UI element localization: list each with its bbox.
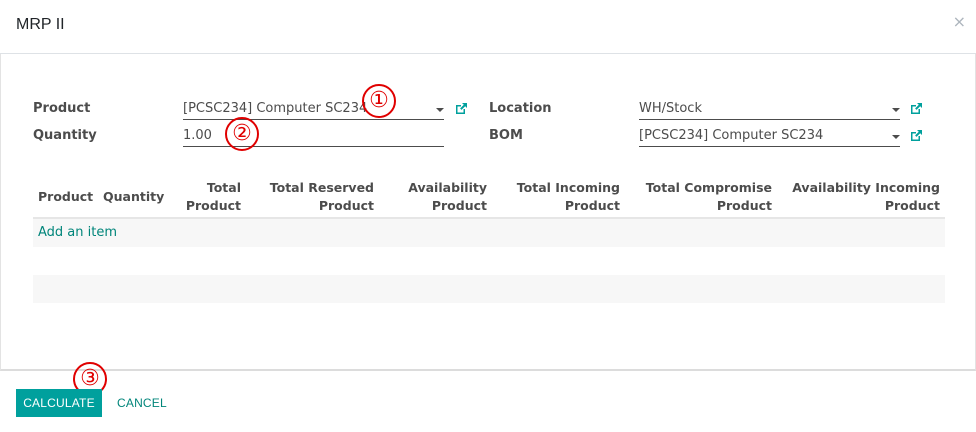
location-label: Location <box>489 101 552 116</box>
column-header-total-compromise-product[interactable]: Total Compromise Product <box>632 179 772 215</box>
caret-down-icon[interactable] <box>436 108 444 112</box>
quantity-label: Quantity <box>33 128 97 143</box>
table-row: Add an item <box>33 219 945 247</box>
caret-down-icon[interactable] <box>892 135 900 139</box>
column-header-total-incoming-product[interactable]: Total Incoming Product <box>500 179 620 215</box>
close-icon[interactable]: × <box>953 14 966 30</box>
column-header-total-reserved-product[interactable]: Total Reserved Product <box>254 179 374 215</box>
product-label: Product <box>33 101 91 116</box>
annotation-marker-1: ① <box>362 84 396 118</box>
table-row <box>33 247 945 275</box>
calculate-button[interactable]: CALCULATE <box>16 389 102 417</box>
table-row <box>33 275 945 303</box>
column-header-availability-product[interactable]: Availability Product <box>388 179 487 215</box>
column-header-availability-incoming-product[interactable]: Availability Incoming Product <box>782 179 940 215</box>
bom-label: BOM <box>489 128 523 143</box>
column-header-product[interactable]: Product <box>38 188 93 206</box>
product-field[interactable]: [PCSC234] Computer SC234 <box>183 100 444 120</box>
column-header-quantity[interactable]: Quantity <box>103 188 164 206</box>
annotation-marker-2: ② <box>225 117 259 151</box>
dialog-title: MRP II <box>16 16 65 33</box>
external-link-icon[interactable] <box>909 102 923 116</box>
add-item-link[interactable]: Add an item <box>38 225 117 240</box>
external-link-icon[interactable] <box>454 102 468 116</box>
cancel-button[interactable]: CANCEL <box>108 389 176 417</box>
mrp-dialog: MRP II × Product [PCSC234] Computer SC23… <box>0 0 976 432</box>
dialog-header: MRP II × <box>0 0 976 54</box>
column-header-total-product[interactable]: Total Product <box>160 179 241 215</box>
caret-down-icon[interactable] <box>892 108 900 112</box>
bom-value: [PCSC234] Computer SC234 <box>639 128 824 143</box>
location-value: WH/Stock <box>639 101 702 116</box>
quantity-field[interactable]: 1.00 <box>183 127 444 147</box>
quantity-value: 1.00 <box>183 128 212 143</box>
external-link-icon[interactable] <box>909 129 923 143</box>
product-value: [PCSC234] Computer SC234 <box>183 101 368 116</box>
bom-field[interactable]: [PCSC234] Computer SC234 <box>639 127 900 147</box>
location-field[interactable]: WH/Stock <box>639 100 900 120</box>
